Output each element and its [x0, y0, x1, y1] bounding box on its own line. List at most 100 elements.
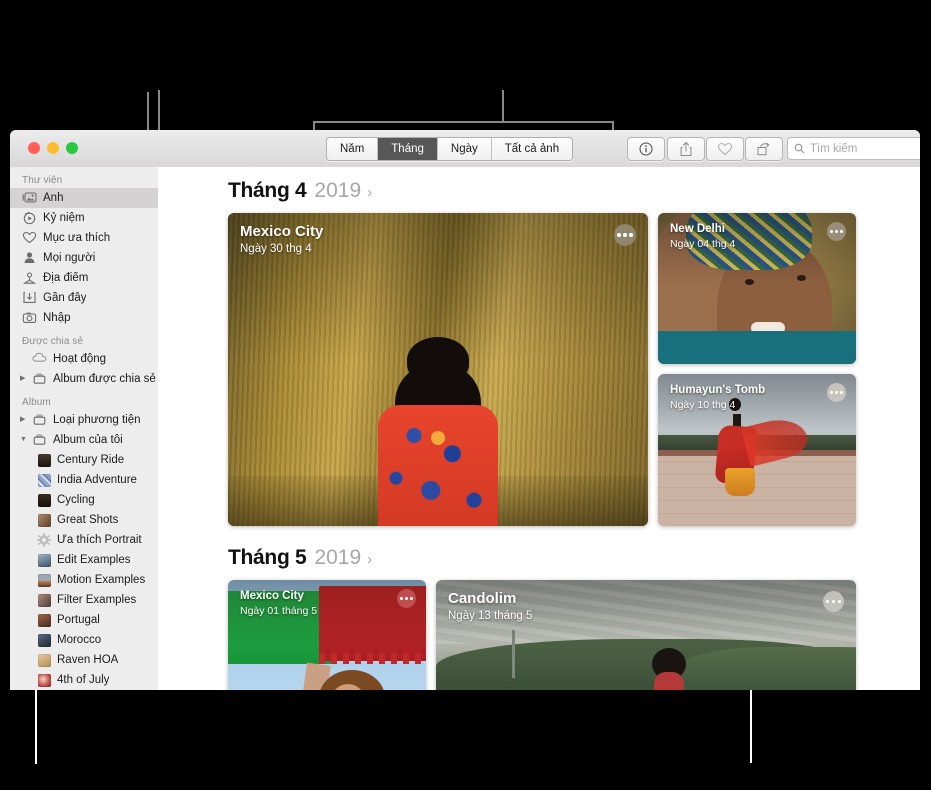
- callout-line-toolbar-stem: [502, 90, 504, 123]
- sidebar-item-places[interactable]: Địa điểm: [10, 268, 158, 288]
- sidebar-item-activity[interactable]: Hoạt động: [10, 349, 158, 369]
- month-group-header: Tháng 5 2019 ›: [158, 526, 920, 580]
- folder-icon: [32, 433, 47, 447]
- sidebar-item-label: Nhập: [43, 312, 71, 324]
- sidebar-item-label: Ưa thích Portrait: [57, 534, 142, 546]
- album-thumbnail: [38, 674, 51, 687]
- chevron-right-icon[interactable]: ▶: [20, 369, 29, 389]
- more-options-button[interactable]: [823, 591, 844, 612]
- sidebar-item-label: Địa điểm: [43, 272, 88, 284]
- rotate-button[interactable]: [745, 137, 783, 161]
- sidebar-item-media-types[interactable]: ▶ Loại phương tiện: [10, 410, 158, 430]
- sidebar-item-album[interactable]: 4th of July: [10, 670, 158, 690]
- gear-icon: [37, 533, 52, 547]
- recents-import-icon: [22, 291, 37, 305]
- sidebar-item-album[interactable]: India Adventure: [10, 470, 158, 490]
- album-thumbnail: [38, 614, 51, 627]
- sidebar[interactable]: Thư viện Ảnh Kỷ niệm: [10, 167, 159, 690]
- sidebar-item-label: Great Shots: [57, 514, 118, 526]
- callout-line-album-thumbnail: [35, 684, 37, 764]
- rotate-icon: [757, 142, 772, 157]
- photo-card[interactable]: Candolim Ngày 13 tháng 5: [436, 580, 856, 690]
- year-label: 2019: [314, 546, 361, 570]
- photo-card[interactable]: Mexico City Ngày 01 tháng 5: [228, 580, 426, 690]
- more-options-button[interactable]: [614, 224, 636, 246]
- sidebar-item-favorites[interactable]: Mục ưa thích: [10, 228, 158, 248]
- search-icon: [794, 143, 805, 154]
- share-icon: [680, 142, 693, 157]
- sidebar-item-label: Album được chia sẻ: [53, 373, 156, 385]
- heart-icon: [22, 231, 37, 245]
- view-mode-years[interactable]: Năm: [327, 138, 378, 160]
- sidebar-item-label: Filter Examples: [57, 594, 136, 606]
- sidebar-item-people[interactable]: Mọi người: [10, 248, 158, 268]
- sidebar-item-album[interactable]: Great Shots: [10, 510, 158, 530]
- photo-card-caption: Candolim Ngày 13 tháng 5: [448, 590, 532, 624]
- chevron-right-icon[interactable]: ▶: [20, 410, 29, 430]
- album-thumbnail: [38, 574, 51, 587]
- view-mode-all-photos[interactable]: Tất cả ảnh: [492, 138, 572, 160]
- share-button[interactable]: [667, 137, 705, 161]
- photos-content-area[interactable]: Tháng 4 2019 ›: [158, 167, 920, 690]
- info-button[interactable]: [627, 137, 665, 161]
- photos-icon: [22, 191, 37, 205]
- photo-card-date: Ngày 30 thg 4: [240, 242, 323, 256]
- camera-import-icon: [22, 311, 37, 325]
- sidebar-item-recents[interactable]: Gần đây: [10, 288, 158, 308]
- month-label: Tháng 4: [228, 179, 306, 203]
- sidebar-item-shared-albums[interactable]: ▶ Album được chia sẻ: [10, 369, 158, 389]
- sidebar-item-album[interactable]: Motion Examples: [10, 570, 158, 590]
- sidebar-item-label: 4th of July: [57, 674, 109, 686]
- album-thumbnail: [38, 634, 51, 647]
- sidebar-item-label: Morocco: [57, 634, 101, 646]
- sidebar-item-album[interactable]: Cycling: [10, 490, 158, 510]
- close-window-button[interactable]: [28, 142, 40, 154]
- sidebar-item-album[interactable]: Raven HOA: [10, 650, 158, 670]
- sidebar-item-smart-album[interactable]: Ưa thích Portrait: [10, 530, 158, 550]
- sidebar-item-photos[interactable]: Ảnh: [10, 188, 158, 208]
- favorite-button[interactable]: [706, 137, 744, 161]
- album-thumbnail: [38, 654, 51, 667]
- sidebar-item-label: Edit Examples: [57, 554, 131, 566]
- month-label: Tháng 5: [228, 546, 306, 570]
- sidebar-item-label: Kỷ niệm: [43, 212, 85, 224]
- more-options-button[interactable]: [827, 383, 846, 402]
- photo-card-date: Ngày 10 thg 4: [670, 399, 765, 412]
- sidebar-item-import[interactable]: Nhập: [10, 308, 158, 328]
- zoom-window-button[interactable]: [66, 142, 78, 154]
- sidebar-item-album[interactable]: Morocco: [10, 630, 158, 650]
- places-pin-icon: [22, 271, 37, 285]
- minimize-window-button[interactable]: [47, 142, 59, 154]
- sidebar-item-album[interactable]: Edit Examples: [10, 550, 158, 570]
- view-mode-months[interactable]: Tháng: [378, 138, 438, 160]
- photo-card-date: Ngày 01 tháng 5: [240, 605, 317, 618]
- photo-card-title: Mexico City: [240, 223, 323, 240]
- sidebar-item-my-albums[interactable]: ▼ Album của tôi: [10, 430, 158, 450]
- album-thumbnail: [38, 494, 51, 507]
- sidebar-item-album[interactable]: Portugal: [10, 610, 158, 630]
- chevron-right-icon[interactable]: ›: [367, 551, 372, 568]
- photo-card-row: Mexico City Ngày 30 thg 4: [158, 213, 920, 526]
- sidebar-item-memories[interactable]: Kỷ niệm: [10, 208, 158, 228]
- more-options-button[interactable]: [397, 589, 416, 608]
- photo-card[interactable]: New Delhi Ngày 04 thg 4: [658, 213, 856, 364]
- view-mode-days[interactable]: Ngày: [438, 138, 492, 160]
- album-thumbnail: [38, 514, 51, 527]
- photo-card[interactable]: Humayun's Tomb Ngày 10 thg 4: [658, 374, 856, 526]
- view-mode-segmented-control[interactable]: Năm Tháng Ngày Tất cả ảnh: [326, 137, 573, 161]
- chevron-right-icon[interactable]: ›: [367, 184, 372, 201]
- search-field[interactable]: Tìm kiếm: [787, 137, 920, 160]
- people-icon: [22, 251, 37, 265]
- photo-card[interactable]: Mexico City Ngày 30 thg 4: [228, 213, 648, 526]
- sidebar-item-album[interactable]: Century Ride: [10, 450, 158, 470]
- sidebar-section-library: Thư viện: [10, 167, 158, 188]
- more-options-button[interactable]: [827, 222, 846, 241]
- sidebar-item-label: Hoạt động: [53, 353, 106, 365]
- sidebar-item-album[interactable]: Filter Examples: [10, 590, 158, 610]
- album-thumbnail: [38, 554, 51, 567]
- photo-card-title: Candolim: [448, 590, 532, 607]
- chevron-down-icon[interactable]: ▼: [20, 430, 29, 450]
- sidebar-item-label: India Adventure: [57, 474, 137, 486]
- photo-card-title: Humayun's Tomb: [670, 384, 765, 397]
- photo-card-row: Mexico City Ngày 01 tháng 5: [158, 580, 920, 690]
